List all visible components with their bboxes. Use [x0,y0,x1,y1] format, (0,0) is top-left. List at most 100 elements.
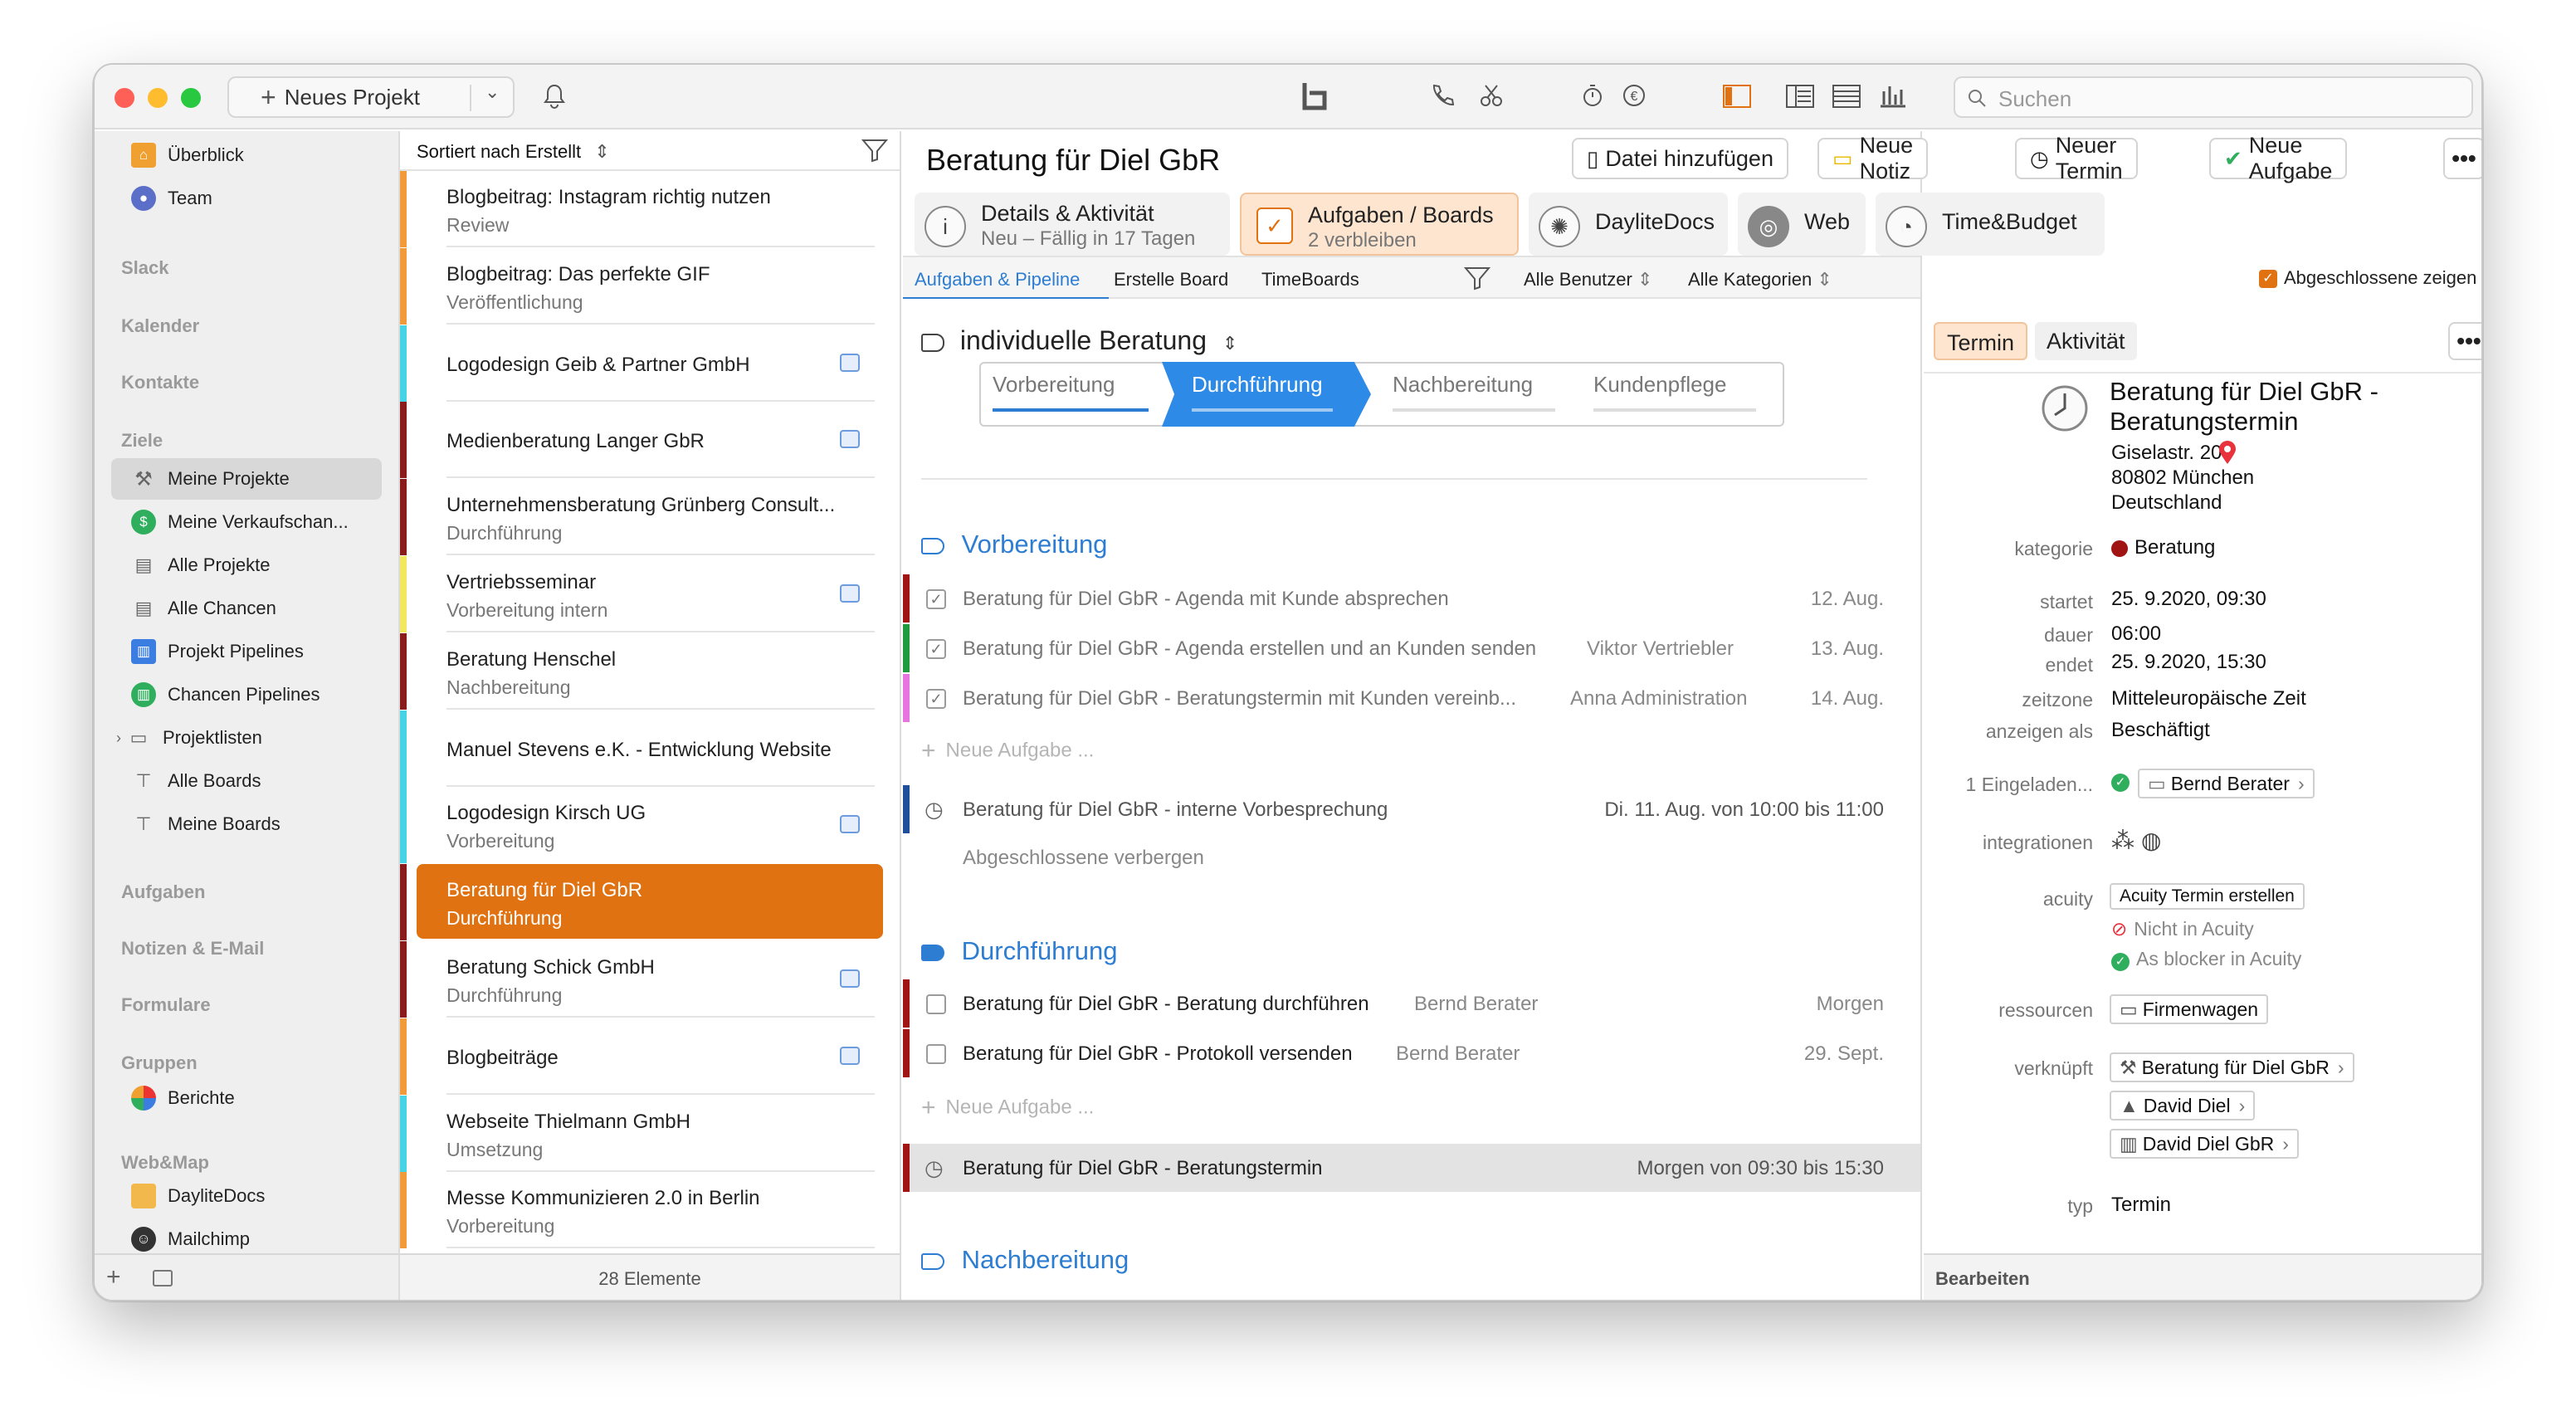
tab-aktivitaet[interactable]: Aktivität [2035,322,2137,360]
task-row[interactable]: Beratung für Diel GbR - Protokoll versen… [903,1029,1920,1079]
timer-icon[interactable] [1580,83,1605,113]
list-item[interactable]: Blogbeitrag: Das perfekte GIF Veröffentli… [400,247,900,325]
section-formulare[interactable]: Formulare [121,994,211,1016]
edit-footer[interactable]: Bearbeiten [1924,1253,2481,1300]
sidebar-item-daylitedocs[interactable]: DayliteDocs [111,1175,382,1217]
pipeline-selector[interactable]: individuelle Beratung ⇕ [921,325,1237,356]
phone-icon[interactable] [1429,83,1455,113]
task-checkbox[interactable]: ✓ [926,639,946,659]
duration-value[interactable]: 06:00 [2111,622,2161,646]
category-value[interactable]: Beratung [2111,536,2215,559]
tab-aufgaben-boards[interactable]: ✓ Aufgaben / Boards 2 verbleiben [1240,193,1519,256]
list-item[interactable]: Blogbeitrag: Instagram richtig nutzen Rev… [400,171,900,247]
sidebar-item-meine-verkaufschancen[interactable]: $ Meine Verkaufschan... [111,501,382,543]
tab-web[interactable]: ◎ Web [1738,193,1866,256]
sidebar-item-ueberblick[interactable]: ⌂ Überblick [111,134,382,176]
sort-chevron-icon[interactable]: ⇕ [594,141,609,162]
sidebar-item-alle-chancen[interactable]: ▤ Alle Chancen [111,588,382,629]
invitee-chip[interactable]: ▭ Bernd Berater › [2138,769,2315,798]
sidebar-item-projektlisten[interactable]: › ▭ Projektlisten [111,717,382,759]
sidebar-layout-icon[interactable] [1723,85,1751,113]
sort-label[interactable]: Sortiert nach Erstellt [417,141,581,162]
list-item[interactable]: Manuel Stevens e.K. - Entwicklung Websit… [400,710,900,787]
close-window-button[interactable] [115,88,134,108]
end-value[interactable]: 25. 9.2020, 15:30 [2111,651,2266,674]
list-layout-icon[interactable] [1832,85,1861,113]
task-row[interactable]: ✓ Beratung für Diel GbR - Beratungstermi… [903,674,1920,724]
add-icon[interactable]: + [106,1263,121,1291]
stage-durchfuehrung[interactable]: Durchführung [1192,372,1333,412]
list-item[interactable]: Blogbeiträge [400,1018,900,1095]
sidebar-item-meine-boards[interactable]: ⊤ Meine Boards [111,803,382,845]
chevron-right-icon[interactable]: › [116,730,121,747]
new-task-row-2[interactable]: + Neue Aufgabe ... [921,1094,1094,1122]
stage-nachbereitung[interactable]: Nachbereitung [1393,372,1559,412]
task-row[interactable]: ✓ Beratung für Diel GbR - Agenda erstell… [903,624,1920,674]
section-slack[interactable]: Slack [121,257,169,279]
tab-timeboards[interactable]: TimeBoards [1261,269,1359,290]
zoom-window-button[interactable] [181,88,201,108]
slack-icon[interactable]: ⁂ [2111,827,2134,854]
sidebar-item-meine-projekte[interactable]: ⚒ Meine Projekte [111,458,382,500]
section-durchfuehrung[interactable]: Durchführung [921,936,1117,966]
list-item[interactable]: Beratung Henschel Nachbereitung [400,632,900,710]
search-field[interactable]: Suchen [1954,76,2473,118]
bell-icon[interactable] [543,83,566,115]
section-webmap[interactable]: Web&Map [121,1152,209,1174]
new-task-button[interactable]: ✔ Neue Aufgabe [2209,133,2348,183]
sidebar-item-berichte[interactable]: Berichte [111,1077,382,1119]
new-appointment-button[interactable]: ◷ Neuer Termin [2015,133,2138,183]
tab-daylitedocs[interactable]: ✺ DayliteDocs [1529,193,1728,256]
sort-header[interactable]: Sortiert nach Erstellt ⇕ [400,131,900,171]
new-note-button[interactable]: ▭ Neue Notiz [1817,133,1929,183]
type-value[interactable]: Termin [2111,1194,2171,1217]
list-item[interactable]: Logodesign Geib & Partner GmbH [400,325,900,402]
list-item[interactable]: Webseite Thielmann GmbH Umsetzung [400,1095,900,1172]
task-row[interactable]: Beratung für Diel GbR - Beratung durchfü… [903,979,1920,1029]
list-item[interactable]: Beratung Schick GmbH Durchführung [400,941,900,1018]
tab-details[interactable]: i Details & Aktivität Neu – Fällig in 17… [915,193,1230,256]
section-ziele[interactable]: Ziele [121,430,163,452]
sidebar-item-projekt-pipelines[interactable]: ▥ Projekt Pipelines [111,631,382,672]
add-file-button[interactable]: ▯ Datei hinzufügen [1572,138,1788,179]
stage-vorbereitung[interactable]: Vorbereitung [993,372,1150,412]
list-item[interactable]: Logodesign Kirsch UG Vorbereitung [400,787,900,864]
daylite-logo-icon[interactable] [1300,80,1329,118]
section-gruppen[interactable]: Gruppen [121,1052,198,1074]
split-layout-icon[interactable] [1786,85,1814,113]
minimize-window-button[interactable] [148,88,168,108]
start-value[interactable]: 25. 9.2020, 09:30 [2111,588,2266,611]
tab-time-budget[interactable]: ◔ Time&Budget [1876,193,2105,256]
tab-erstelle-board[interactable]: Erstelle Board [1114,269,1228,290]
section-aufgaben[interactable]: Aufgaben [121,881,205,903]
chart-icon[interactable] [1879,83,1907,113]
tab-aufgaben-pipeline[interactable]: Aufgaben & Pipeline [915,269,1080,290]
scissors-icon[interactable] [1479,83,1504,113]
tab-termin[interactable]: Termin [1934,322,2028,360]
task-checkbox[interactable] [926,1044,946,1064]
users-filter[interactable]: Alle Benutzer ⇕ [1524,269,1652,290]
detail-more-button[interactable]: ••• [2448,322,2481,360]
acuity-icon[interactable]: ◍ [2141,827,2161,854]
map-pin-icon[interactable] [2217,440,2237,465]
section-nachbereitung[interactable]: Nachbereitung [921,1245,1129,1275]
checkbox-checked-icon[interactable]: ✓ [2259,270,2277,289]
appointment-row-selected[interactable]: ◷ Beratung für Diel GbR - Beratungstermi… [903,1144,1920,1192]
filter-icon[interactable] [1464,266,1490,290]
categories-filter[interactable]: Alle Kategorien ⇕ [1688,269,1832,290]
linked-project-chip[interactable]: ⚒ Beratung für Diel GbR › [2110,1052,2354,1082]
list-item[interactable]: Beratung für Diel GbR Durchführung [400,864,900,941]
list-item[interactable]: Messe Kommunizieren 2.0 in Berlin Vorbere… [400,1172,900,1249]
chevron-down-icon[interactable]: ⌄ [485,81,500,103]
appointment-row[interactable]: ◷ Beratung für Diel GbR - interne Vorbes… [903,785,1920,835]
section-notizen[interactable]: Notizen & E-Mail [121,938,264,959]
task-checkbox[interactable]: ✓ [926,589,946,609]
task-checkbox[interactable]: ✓ [926,689,946,709]
task-checkbox[interactable] [926,994,946,1014]
more-button[interactable]: ••• [2443,138,2481,179]
timezone-value[interactable]: Mitteleuropäische Zeit [2111,687,2306,710]
list-item[interactable]: Vertriebsseminar Vorbereitung intern [400,556,900,632]
sidebar-item-alle-projekte[interactable]: ▤ Alle Projekte [111,544,382,586]
list-item[interactable]: Medienberatung Langer GbR [400,402,900,479]
task-row[interactable]: ✓ Beratung für Diel GbR - Agenda mit Kun… [903,574,1920,624]
